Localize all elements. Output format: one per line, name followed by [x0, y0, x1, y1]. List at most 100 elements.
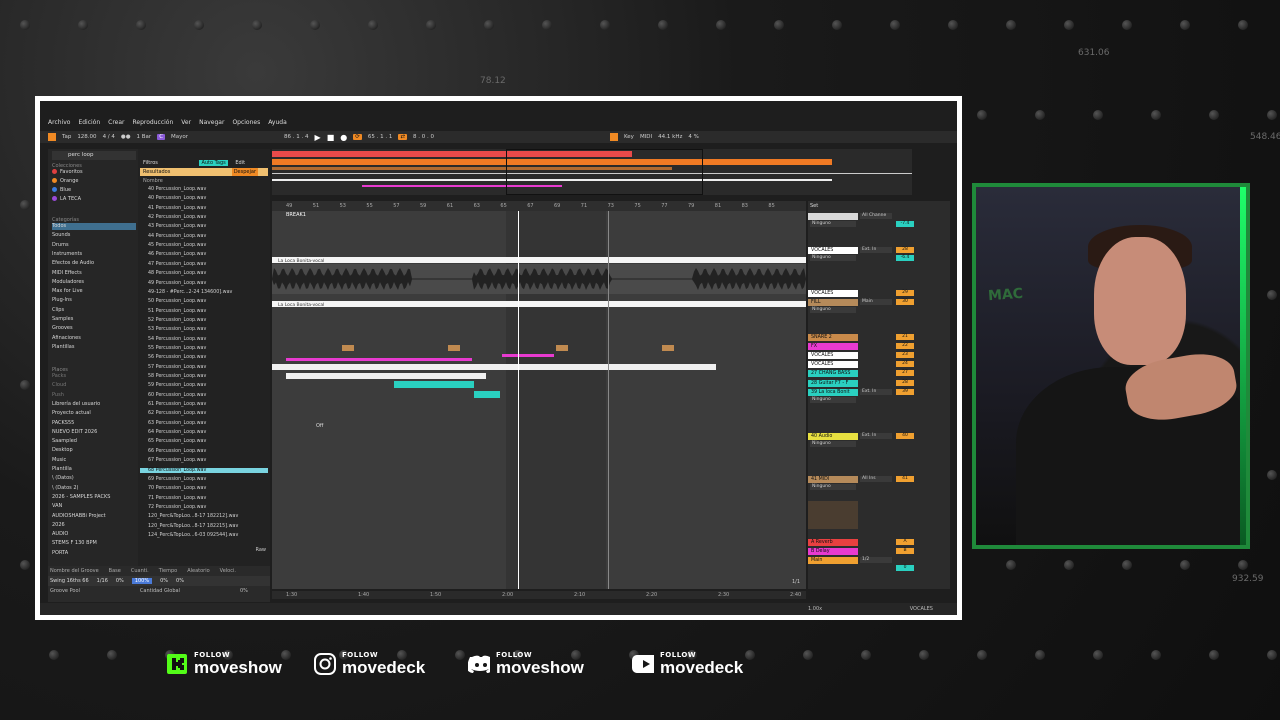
menu-item[interactable]: Ayuda — [268, 119, 287, 126]
file-item[interactable]: 61 Percussion_Loop.wav — [148, 402, 206, 407]
category-item[interactable]: Sounds — [52, 232, 136, 239]
file-item[interactable]: 60 Percussion_Loop.wav — [148, 393, 206, 398]
file-item[interactable]: 46 Percussion_Loop.wav — [148, 252, 206, 257]
route-select[interactable]: Ninguno — [810, 221, 856, 227]
category-item[interactable]: Drums — [52, 242, 136, 249]
file-item[interactable]: 47 Percussion_Loop.wav — [148, 262, 206, 267]
set-button[interactable]: Set — [810, 203, 818, 209]
tap-button[interactable]: Tap — [62, 134, 71, 140]
track-header[interactable]: FILL — [808, 299, 858, 306]
place-item[interactable]: Saampled — [52, 438, 77, 445]
track-number[interactable]: 22 — [896, 343, 914, 349]
place-item[interactable]: Packs — [52, 373, 66, 380]
track-header[interactable]: 28 Guitar F7 - F — [808, 380, 858, 387]
groove-name[interactable]: Swing 16ths 66 — [50, 578, 89, 584]
file-item[interactable]: 57 Percussion_Loop.wav — [148, 365, 206, 370]
file-item[interactable]: 120_Perc&TopLoo...8-17 182212].wav — [148, 514, 238, 519]
arrangement-view[interactable]: 49 51 53 55 57 59 61 63 65 67 69 71 73 75 77 79 81 83 85 B… — [272, 201, 806, 589]
category-item[interactable]: Max for Live — [52, 288, 136, 295]
track-number[interactable]: 28 — [896, 380, 914, 386]
track-number[interactable]: 30 — [896, 299, 914, 305]
track-header[interactable]: 27 CHANG BASS — [808, 370, 858, 377]
file-item[interactable]: 42 Percussion_Loop.wav — [148, 215, 206, 220]
file-item[interactable]: 55 Percussion_Loop.wav — [148, 346, 206, 351]
file-item[interactable]: 43 Percussion_Loop.wav — [148, 224, 206, 229]
category-item[interactable]: Grooves — [52, 325, 136, 332]
fx-clip[interactable] — [286, 358, 472, 361]
track-number[interactable]: 24 — [896, 361, 914, 367]
place-item[interactable]: PACKS55 — [52, 420, 74, 427]
playhead[interactable] — [518, 211, 519, 589]
input-select[interactable]: Ext. In — [860, 389, 892, 395]
groove-base[interactable]: 1/16 — [97, 578, 108, 584]
input-select[interactable]: All Ins — [860, 476, 892, 482]
social-youtube[interactable]: FOLLOW movedeck — [632, 648, 743, 680]
track-number[interactable]: 39 — [896, 389, 914, 395]
loop-length[interactable]: 8 . 0 . 0 — [413, 134, 434, 140]
place-item[interactable]: \ (Datos) — [52, 475, 74, 482]
play-icon[interactable]: ▶ — [315, 133, 321, 142]
file-item[interactable]: 54 Percussion_Loop.wav — [148, 337, 206, 342]
stop-icon[interactable]: ■ — [327, 133, 335, 142]
fill-clip[interactable] — [556, 345, 568, 351]
bass-clip[interactable] — [394, 381, 474, 388]
category-item[interactable]: Todos — [52, 223, 136, 230]
volume-field[interactable]: 0 — [896, 565, 914, 571]
track-number[interactable]: 23 — [896, 352, 914, 358]
input-select[interactable]: Main — [860, 299, 892, 305]
route-select[interactable]: Ninguno — [810, 397, 856, 403]
track-header[interactable]: FX — [808, 343, 858, 350]
track-header[interactable]: A Reverb — [808, 539, 858, 546]
vocal-clip-header[interactable]: La Loca Bonita-vocal — [272, 257, 806, 264]
file-item[interactable]: 62 Percussion_Loop.wav — [148, 411, 206, 416]
track-header[interactable]: 39 La loca Bonit — [808, 389, 858, 396]
file-item[interactable]: 66 Percussion_Loop.wav — [148, 449, 206, 454]
file-item[interactable]: 71 Percussion_Loop.wav — [148, 496, 206, 501]
track-header[interactable]: B Delay — [808, 548, 858, 555]
time-signature[interactable]: 4 / 4 — [103, 134, 115, 140]
category-item[interactable]: Plantillas — [52, 344, 136, 351]
menu-item[interactable]: Ver — [181, 119, 191, 126]
category-item[interactable]: Samples — [52, 316, 136, 323]
track-number[interactable]: 29 — [896, 290, 914, 296]
file-item[interactable]: 52 Percussion_Loop.wav — [148, 318, 206, 323]
place-item[interactable]: Plantilla — [52, 466, 72, 473]
track-number[interactable]: 41 — [896, 476, 914, 482]
place-item[interactable]: \ (Datos 2) — [52, 485, 78, 492]
fill-clip[interactable] — [448, 345, 460, 351]
input-select[interactable]: Ext. In — [860, 247, 892, 253]
file-item[interactable]: 48 Percussion_Loop.wav — [148, 271, 206, 276]
scale-select[interactable]: Mayor — [171, 134, 188, 140]
input-select[interactable]: Ext. In — [860, 433, 892, 439]
social-instagram[interactable]: FOLLOW movedeck — [314, 648, 425, 680]
key-map-button[interactable]: Key — [624, 134, 634, 140]
file-item[interactable]: 58 Percussion_Loop.wav — [148, 374, 206, 379]
menu-item[interactable]: Reproducción — [133, 119, 174, 126]
menu-item[interactable]: Edición — [78, 119, 100, 126]
groove-timing[interactable]: 100% — [131, 578, 153, 584]
collection-item[interactable]: LA TECA — [52, 196, 81, 203]
place-item[interactable]: NUEVO EDIT 2026 — [52, 429, 97, 436]
bar-ruler[interactable]: 49 51 53 55 57 59 61 63 65 67 69 71 73 75 77 79 81 83 85 — [272, 201, 806, 211]
punch-icon[interactable]: ⇄ — [398, 134, 407, 140]
track-header[interactable]: Main — [808, 557, 858, 564]
track-number[interactable]: 28 — [896, 247, 914, 253]
autotags-button[interactable]: Auto Tags — [199, 160, 228, 166]
place-item[interactable]: 2026 — [52, 522, 65, 529]
file-item[interactable]: 67 Percussion_Loop.wav — [148, 458, 206, 463]
category-item[interactable]: Clips — [52, 307, 136, 314]
category-item[interactable]: Instruments — [52, 251, 136, 258]
social-kick[interactable]: FOLLOW moveshow — [166, 648, 282, 680]
file-item[interactable]: 68 Percussion_Loop.wav — [140, 467, 268, 473]
menu-item[interactable]: Navegar — [199, 119, 224, 126]
place-item[interactable]: Push — [52, 392, 64, 399]
track-number[interactable]: 27 — [896, 370, 914, 376]
category-item[interactable]: Efectos de Audio — [52, 260, 136, 267]
category-item[interactable]: Plug-Ins — [52, 297, 136, 304]
file-item[interactable]: 63 Percussion_Loop.wav — [148, 421, 206, 426]
file-item[interactable]: 45 Percussion_Loop.wav — [148, 243, 206, 248]
track-header[interactable]: VOCALES — [808, 247, 858, 254]
volume-field[interactable]: -6.4 — [896, 255, 914, 261]
file-item[interactable]: 69 Percussion_Loop.wav — [148, 477, 206, 482]
midi-map-button[interactable]: MIDI — [640, 134, 652, 140]
